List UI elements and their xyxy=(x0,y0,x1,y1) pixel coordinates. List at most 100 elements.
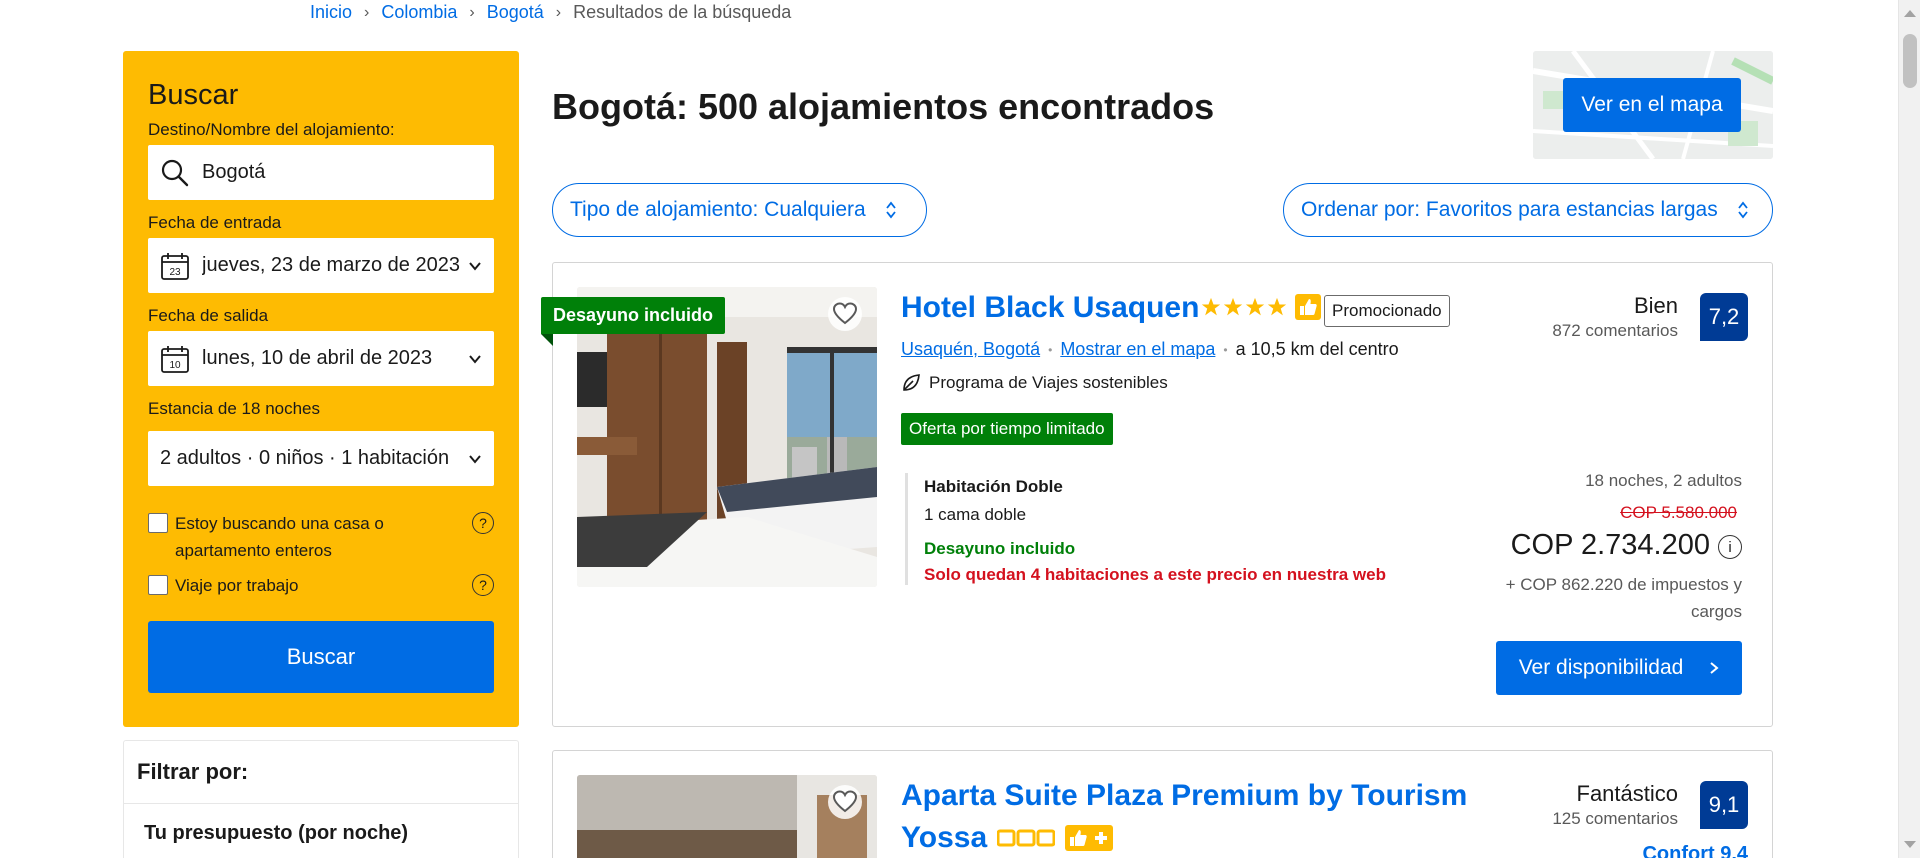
heart-icon[interactable] xyxy=(828,785,862,819)
results-title: Bogotá: 500 alojamientos encontrados xyxy=(552,86,1215,127)
hotel-name[interactable]: Aparta Suite Plaza Premium by Tourism xyxy=(901,779,1467,813)
info-icon[interactable]: i xyxy=(1718,535,1742,559)
star-icon xyxy=(1245,297,1265,316)
property-card: Desayuno incluido Hotel Black Usaquen Pr… xyxy=(541,262,1773,727)
thumbs-up-plus-icon[interactable] xyxy=(1065,825,1114,851)
checkin-day: 23 xyxy=(169,267,181,278)
map-button[interactable]: Ver en el mapa xyxy=(1563,78,1741,132)
work-trip-label[interactable]: Viaje por trabajo xyxy=(175,572,472,599)
hotel-name-continued: Yossa xyxy=(901,821,988,854)
checkout-label: Fecha de salida xyxy=(148,306,269,325)
leaf-icon xyxy=(903,374,920,391)
search-title: Buscar xyxy=(148,79,239,111)
sort-icon xyxy=(886,201,896,219)
scroll-up-arrow[interactable] xyxy=(1904,10,1916,17)
area-link[interactable]: Usaquén, Bogotá xyxy=(901,339,1040,360)
sort-button[interactable]: Ordenar por: Favoritos para estancias la… xyxy=(1283,183,1773,237)
help-icon[interactable]: ? xyxy=(472,512,494,534)
checkout-day: 10 xyxy=(169,360,181,371)
guests-field[interactable]: 2 adultos · 0 niños · 1 habitación xyxy=(148,431,494,486)
rating-word[interactable]: Bien xyxy=(1634,293,1678,319)
entire-home-option: Estoy buscando una casa o apartamento en… xyxy=(148,510,494,564)
stay-label: Estancia de 18 noches xyxy=(148,399,321,418)
star-icon xyxy=(1267,297,1287,316)
square-rating-icon xyxy=(997,829,1056,847)
sustainability-row: Programa de Viajes sostenibles xyxy=(901,373,1168,393)
destination-value: Bogotá xyxy=(202,161,266,183)
see-availability-button[interactable]: Ver disponibilidad xyxy=(1496,641,1742,695)
filter-title: Filtrar por: xyxy=(124,741,518,804)
entire-home-checkbox[interactable] xyxy=(148,513,168,533)
work-trip-checkbox[interactable] xyxy=(148,575,168,595)
comfort-score: Confort 9,4 xyxy=(1642,843,1748,858)
show-on-map-link[interactable]: Mostrar en el mapa xyxy=(1060,339,1215,360)
search-button[interactable]: Buscar xyxy=(148,621,494,693)
separator-dot: • xyxy=(1048,342,1053,357)
chevron-down-icon xyxy=(469,354,481,364)
checkin-value: jueves, 23 de marzo de 2023 xyxy=(202,254,460,276)
rooms-left-alert: Solo quedan 4 habitaciones a este precio… xyxy=(924,565,1386,584)
original-price: COP 5.580.000 xyxy=(1620,503,1737,522)
breadcrumb: Inicio › Colombia › Bogotá › Resultados … xyxy=(310,2,791,23)
help-icon[interactable]: ? xyxy=(472,574,494,596)
chevron-down-icon xyxy=(469,261,481,271)
hotel-name-line2[interactable]: Yossa xyxy=(901,821,1114,855)
hotel-name[interactable]: Hotel Black Usaquen xyxy=(901,291,1199,325)
page: Inicio › Colombia › Bogotá › Resultados … xyxy=(0,0,1920,858)
room-breakfast: Desayuno incluido xyxy=(924,539,1076,558)
map-preview[interactable]: Ver en el mapa xyxy=(1533,51,1773,159)
work-trip-option: Viaje por trabajo ? xyxy=(148,572,494,599)
search-panel: Buscar Destino/Nombre del alojamiento: B… xyxy=(123,51,519,727)
current-price: COP 2.734.200 xyxy=(1510,529,1710,561)
checkout-field[interactable]: 10 lunes, 10 de abril de 2023 xyxy=(148,331,494,386)
breadcrumb-current: Resultados de la búsqueda xyxy=(573,2,792,22)
scroll-thumb[interactable] xyxy=(1903,34,1917,88)
search-icon xyxy=(161,159,189,186)
thumbs-up-icon[interactable] xyxy=(1295,294,1321,320)
chevron-down-icon xyxy=(469,454,481,464)
guests-value: 2 adultos · 0 niños · 1 habitación xyxy=(160,447,450,469)
deal-badge: Oferta por tiempo limitado xyxy=(901,413,1113,445)
entire-home-label[interactable]: Estoy buscando una casa o apartamento en… xyxy=(175,510,472,564)
breakfast-ribbon: Desayuno incluido xyxy=(541,297,726,334)
star-rating xyxy=(1201,294,1321,320)
destination-field[interactable]: Bogotá xyxy=(148,145,494,200)
review-score[interactable]: 9,1 xyxy=(1700,781,1748,829)
distance-text: a 10,5 km del centro xyxy=(1235,339,1399,359)
review-count[interactable]: 125 comentarios xyxy=(1552,809,1678,829)
calendar-icon: 23 xyxy=(161,252,189,280)
chevron-right-icon: › xyxy=(469,3,475,21)
ribbon-fold xyxy=(541,334,553,346)
breadcrumb-bogota[interactable]: Bogotá xyxy=(487,2,544,23)
star-icon xyxy=(1201,297,1221,316)
calendar-icon: 10 xyxy=(161,345,189,373)
sort-icon xyxy=(1738,201,1748,219)
breadcrumb-inicio[interactable]: Inicio xyxy=(310,2,352,23)
nights-guests: 18 noches, 2 adultos xyxy=(1585,471,1742,490)
property-card: Aparta Suite Plaza Premium by Tourism Yo… xyxy=(552,750,1773,858)
room-info: Habitación Doble 1 cama doble Desayuno i… xyxy=(905,473,1425,585)
chevron-right-icon xyxy=(1710,662,1719,674)
promoted-badge: Promocionado xyxy=(1324,295,1450,327)
heart-icon[interactable] xyxy=(828,297,862,331)
star-icon xyxy=(1223,297,1243,316)
chevron-right-icon: › xyxy=(364,3,370,21)
separator-dot: • xyxy=(1223,342,1228,357)
review-score[interactable]: 7,2 xyxy=(1700,293,1748,341)
budget-title: Tu presupuesto (por noche) xyxy=(144,822,409,844)
room-name: Habitación Doble xyxy=(924,477,1063,496)
taxes-text: + COP 862.220 de impuestos y cargos xyxy=(1505,575,1742,621)
review-count[interactable]: 872 comentarios xyxy=(1552,321,1678,341)
type-filter-button[interactable]: Tipo de alojamiento: Cualquiera xyxy=(552,183,927,237)
checkin-label: Fecha de entrada xyxy=(148,213,282,232)
checkout-value: lunes, 10 de abril de 2023 xyxy=(202,347,433,369)
type-filter-label: Tipo de alojamiento: Cualquiera xyxy=(570,198,866,221)
scroll-down-arrow[interactable] xyxy=(1904,841,1916,848)
breadcrumb-colombia[interactable]: Colombia xyxy=(381,2,457,23)
filter-panel: Filtrar por: Tu presupuesto (por noche) xyxy=(123,740,519,858)
see-availability-label: Ver disponibilidad xyxy=(1518,656,1684,679)
checkin-field[interactable]: 23 jueves, 23 de marzo de 2023 xyxy=(148,238,494,293)
sustainability-label: Programa de Viajes sostenibles xyxy=(929,373,1168,392)
scrollbar[interactable] xyxy=(1898,0,1920,858)
rating-word[interactable]: Fantástico xyxy=(1577,781,1679,807)
